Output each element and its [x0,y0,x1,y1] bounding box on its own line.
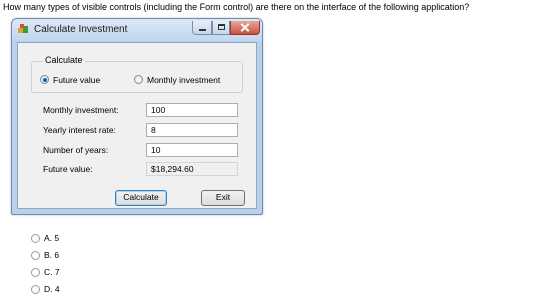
close-button[interactable] [230,21,260,35]
answer-radio[interactable] [31,285,40,294]
monthly-investment-input[interactable]: 100 [146,103,238,117]
number-of-years-input[interactable]: 10 [146,143,238,157]
answer-label: A. 5 [44,233,60,243]
future-value-radio-label[interactable]: Future value [53,75,100,85]
maximize-icon [218,24,225,30]
monthly-investment-radio-label[interactable]: Monthly investment [147,75,220,85]
future-value-output: $18,294.60 [146,162,238,176]
number-of-years-label: Number of years: [43,145,109,155]
question-text: How many types of visible controls (incl… [3,2,470,12]
answer-option-b[interactable]: B. 6 [31,250,91,262]
title-bar[interactable]: Calculate Investment [12,19,262,41]
monthly-investment-radio[interactable] [134,75,143,84]
calculate-button[interactable]: Calculate [115,190,167,206]
app-icon [18,24,28,33]
exit-button[interactable]: Exit [201,190,245,206]
answer-radio[interactable] [31,268,40,277]
answer-radio[interactable] [31,251,40,260]
answer-radio[interactable] [31,234,40,243]
form-client-area: Calculate Future value Monthly investmen… [17,42,257,209]
answer-option-c[interactable]: C. 7 [31,267,91,279]
app-window[interactable]: Calculate Investment Calculate Future va… [11,18,263,215]
monthly-investment-label: Monthly investment: [43,105,119,115]
answer-label: D. 4 [44,284,60,294]
yearly-interest-rate-input[interactable]: 8 [146,123,238,137]
answer-option-a[interactable]: A. 5 [31,233,91,245]
future-value-radio[interactable] [40,75,49,84]
answer-label: B. 6 [44,250,60,260]
yearly-interest-rate-label: Yearly interest rate: [43,125,116,135]
minimize-icon [199,29,206,31]
groupbox-label: Calculate [43,55,85,65]
maximize-button[interactable] [212,21,230,35]
minimize-button[interactable] [192,21,212,35]
close-icon [240,23,250,32]
future-value-label: Future value: [43,164,93,174]
answer-label: C. 7 [44,267,60,277]
answer-option-d[interactable]: D. 4 [31,284,91,296]
window-title: Calculate Investment [34,24,128,35]
